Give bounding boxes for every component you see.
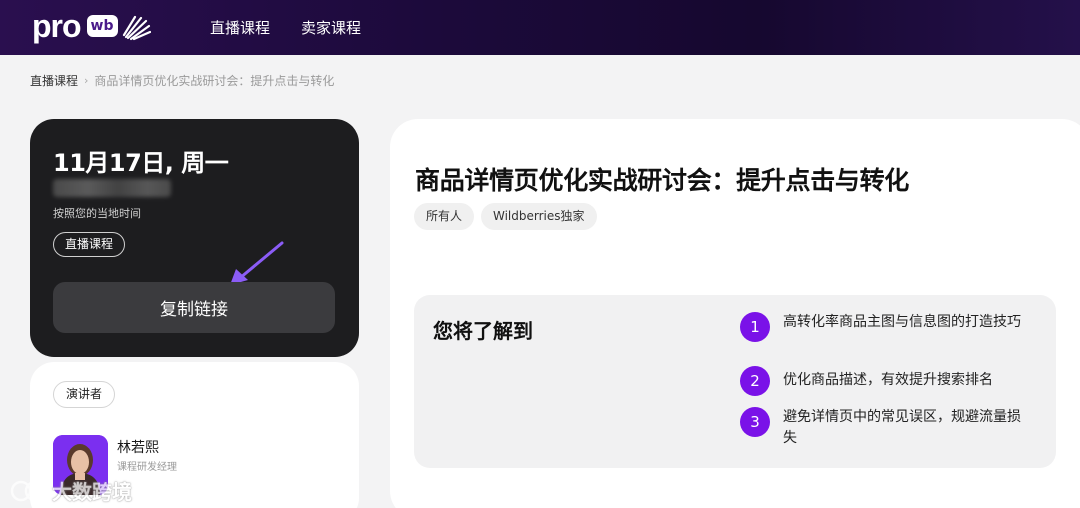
- live-course-badge: 直播课程: [53, 232, 126, 257]
- item-text: 避免详情页中的常见误区，规避流量损失: [783, 409, 1021, 446]
- item-number: 3: [740, 407, 770, 437]
- learning-item: 2 优化商品描述，有效提升搜索排名: [740, 366, 1040, 396]
- burst-icon: [122, 15, 151, 41]
- item-number: 2: [740, 366, 770, 396]
- event-date-card: 11月17日, 周一 按照您的当地时间 直播课程 复制链接: [30, 119, 359, 357]
- item-text: 优化商品描述，有效提升搜索排名: [783, 372, 993, 388]
- item-text: 高转化率商品主图与信息图的打造技巧: [783, 314, 1021, 330]
- learning-title: 您将了解到: [433, 319, 533, 343]
- watermark: 大数跨境: [8, 476, 132, 505]
- item-number: 1: [740, 312, 770, 342]
- event-time-blurred: [53, 179, 171, 197]
- learning-outcomes: 您将了解到 1 高转化率商品主图与信息图的打造技巧 2 优化商品描述，有效提升搜…: [414, 295, 1056, 468]
- watermark-text: 大数跨境: [52, 480, 132, 504]
- logo-text: pro: [32, 7, 82, 44]
- top-header: pro wb 直播课程 卖家课程: [0, 0, 1080, 55]
- brand-logo[interactable]: pro wb: [32, 8, 151, 44]
- copy-link-button[interactable]: 复制链接: [53, 282, 335, 333]
- course-detail-card: 商品详情页优化实战研讨会：提升点击与转化 所有人 Wildberries独家 您…: [390, 119, 1080, 508]
- timezone-note: 按照您的当地时间: [53, 207, 141, 220]
- tag-audience: 所有人: [414, 203, 475, 230]
- watermark-logo-icon: [10, 480, 46, 501]
- learning-item: 1 高转化率商品主图与信息图的打造技巧: [740, 312, 1040, 342]
- breadcrumb-separator: ›: [84, 74, 89, 87]
- nav-live-courses[interactable]: 直播课程: [210, 17, 270, 38]
- breadcrumb: 直播课程 › 商品详情页优化实战研讨会：提升点击与转化: [30, 72, 334, 89]
- event-date: 11月17日, 周一: [53, 149, 229, 177]
- learning-item: 3 避免详情页中的常见误区，规避流量损失: [740, 407, 1040, 449]
- speaker-name: 林若熙: [117, 440, 159, 456]
- tag-exclusive: Wildberries独家: [481, 203, 597, 230]
- speaker-role: 课程研发经理: [117, 462, 177, 473]
- breadcrumb-root[interactable]: 直播课程: [30, 72, 78, 89]
- speaker-badge: 演讲者: [53, 381, 116, 408]
- pointer-arrow-icon: [230, 241, 284, 285]
- breadcrumb-current: 商品详情页优化实战研讨会：提升点击与转化: [94, 74, 335, 88]
- course-title: 商品详情页优化实战研讨会：提升点击与转化: [415, 166, 910, 195]
- logo-badge: wb: [86, 15, 118, 37]
- nav-seller-courses[interactable]: 卖家课程: [301, 17, 361, 38]
